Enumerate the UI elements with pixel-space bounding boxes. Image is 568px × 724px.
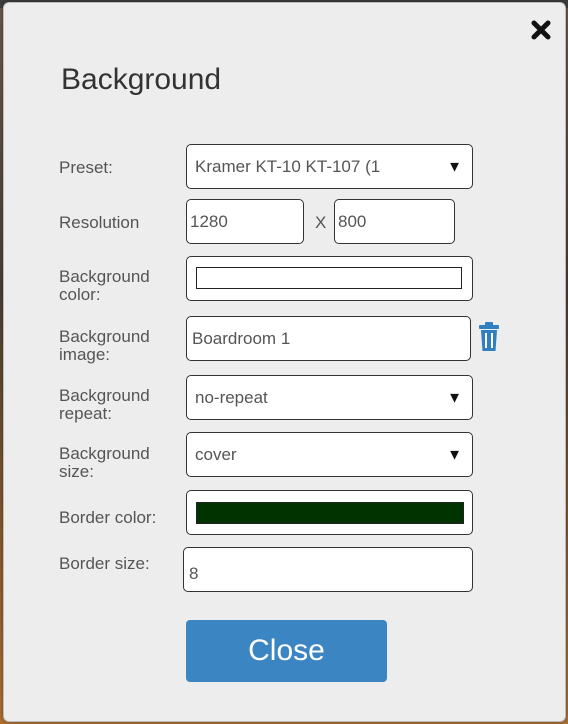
border-size-input[interactable]: 8 xyxy=(183,547,473,592)
background-dialog: Background Preset: Kramer KT-10 KT-107 (… xyxy=(3,2,566,722)
close-button[interactable]: Close xyxy=(186,620,387,682)
chevron-down-icon: ▼ xyxy=(447,389,462,406)
resolution-width-value: 1280 xyxy=(190,211,228,231)
background-image-value: Boardroom 1 xyxy=(192,328,291,348)
background-image-label-line1: Background xyxy=(59,327,150,346)
background-color-label-line1: Background xyxy=(59,267,150,286)
background-color-label-line2: color: xyxy=(59,285,101,304)
preset-select[interactable]: Kramer KT-10 KT-107 (1 ▼ xyxy=(186,144,473,189)
background-image-label-line2: image: xyxy=(59,345,111,364)
background-repeat-label-line1: Background xyxy=(59,386,150,405)
border-size-label: Border size: xyxy=(59,554,150,573)
background-image-input[interactable]: Boardroom 1 xyxy=(186,316,471,361)
resolution-label: Resolution xyxy=(59,213,140,232)
background-image-label: Background image: xyxy=(59,328,150,364)
background-color-swatch xyxy=(196,267,462,289)
background-size-label: Background size: xyxy=(59,445,150,481)
background-color-label: Background color: xyxy=(59,268,150,304)
resolution-height-input[interactable]: 800 xyxy=(334,199,455,244)
background-size-label-line1: Background xyxy=(59,444,150,463)
background-size-label-line2: size: xyxy=(59,462,94,481)
resolution-height-value: 800 xyxy=(338,211,367,231)
background-size-select[interactable]: cover ▼ xyxy=(186,432,473,477)
border-color-swatch xyxy=(196,502,464,524)
chevron-down-icon: ▼ xyxy=(447,446,462,463)
resolution-width-input[interactable]: 1280 xyxy=(186,199,304,244)
preset-value: Kramer KT-10 KT-107 (1 xyxy=(195,156,381,176)
close-icon[interactable] xyxy=(528,17,554,43)
resolution-separator: X xyxy=(315,213,327,232)
background-color-picker[interactable] xyxy=(186,256,473,301)
border-size-value: 8 xyxy=(189,563,199,583)
background-repeat-value: no-repeat xyxy=(195,387,268,407)
background-size-value: cover xyxy=(195,444,237,464)
dialog-title: Background xyxy=(61,63,222,96)
chevron-down-icon: ▼ xyxy=(447,158,462,175)
background-repeat-label-line2: repeat: xyxy=(59,404,112,423)
border-color-label: Border color: xyxy=(59,508,157,527)
background-repeat-select[interactable]: no-repeat ▼ xyxy=(186,375,473,420)
trash-icon[interactable] xyxy=(478,321,500,353)
background-repeat-label: Background repeat: xyxy=(59,387,150,423)
border-color-picker[interactable] xyxy=(186,490,473,535)
preset-label: Preset: xyxy=(59,158,113,177)
